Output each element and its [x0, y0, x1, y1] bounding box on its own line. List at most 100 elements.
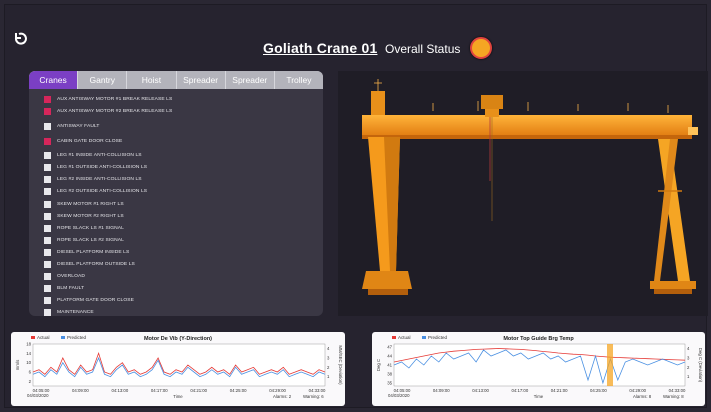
alarm-checkbox-on[interactable] [44, 108, 51, 116]
signal-item[interactable]: ANTISWAY FAULT [44, 121, 323, 133]
x-tick-label: 04:29:00 [269, 388, 286, 393]
y2-tick-label: 2 [327, 365, 330, 370]
y2-tick-label: 1 [687, 374, 690, 379]
left-mast [371, 91, 385, 117]
signal-item[interactable]: DIESEL PLATFORM OUTSIDE LS [44, 259, 323, 271]
x-tick-label: 04:33:00 [309, 388, 326, 393]
y2-tick-label: 3 [687, 356, 690, 361]
x-tick-label: 04:09:00 [72, 388, 89, 393]
x-tick-label: 04:21:00 [551, 388, 568, 393]
legend-predicted-swatch [422, 336, 426, 339]
signal-item-label: CABIN GATE DOOR CLOSE [57, 138, 123, 144]
x-tick-label: 04:13:00 [111, 388, 128, 393]
alarm-checkbox-off[interactable] [44, 285, 51, 293]
signal-item-label: LEG #1 OUTSIDE ANTI-COLLISION LS [57, 165, 148, 171]
chart-title: Motor De Vib (Y-Direction) [144, 336, 212, 342]
y-tick-label: 18 [26, 342, 31, 347]
y-tick-label: 44 [387, 354, 392, 359]
alarm-checkbox-off[interactable] [44, 122, 51, 130]
crane-viewport [338, 71, 708, 316]
alarm-checkbox-off[interactable] [44, 188, 51, 196]
chart-motor-vibration: Actual Predicted Motor De Vib (Y-Direction… [11, 332, 345, 406]
y-tick-label: 2 [29, 379, 32, 384]
signal-item-label: ROPE SLACK LS #2 SIGNAL [57, 237, 124, 243]
tab-hoist-2[interactable]: Hoist [127, 71, 177, 89]
legend-predicted-label: Predicted [67, 335, 87, 340]
tab-spreader-4[interactable]: Spreader [225, 71, 275, 89]
plot-area [32, 343, 326, 387]
legend-predicted-swatch [61, 336, 65, 339]
tab-cranes-0[interactable]: Cranes [29, 71, 79, 89]
y2-tick-label: 2 [687, 365, 690, 370]
alarm-checkbox-off[interactable] [44, 200, 51, 208]
signal-item-label: DIESEL PLATFORM INSIDE LS [57, 249, 130, 255]
overall-status-indicator[interactable] [470, 37, 492, 59]
legend-actual-swatch [31, 336, 35, 339]
y2-axis-label: MM/SEC (Deviation) [338, 345, 343, 385]
warnings-count: Warning: 6 [303, 394, 324, 399]
alarms-count: Alarms: 2 [273, 394, 292, 399]
alarms-count: Alarms: 8 [633, 394, 652, 399]
x-tick-label: 04:21:00 [190, 388, 207, 393]
signal-item[interactable]: PLATFORM GATE DOOR CLOSE [44, 295, 323, 307]
signal-item[interactable]: LEG #2 OUTSIDE ANTI-COLLISION LS [44, 186, 323, 198]
chart-date-label: 04/03/2020 [388, 393, 410, 398]
y2-tick-label: 1 [327, 374, 330, 379]
x-tick-label: 04:29:00 [629, 388, 646, 393]
legend-actual-swatch [392, 336, 396, 339]
signal-item-label: MAINTENANCE [57, 310, 94, 316]
signal-item-label: BLM FAULT [57, 286, 85, 292]
plot-area [393, 343, 686, 387]
y2-tick-label: 3 [327, 356, 330, 361]
alarm-checkbox-off[interactable] [44, 224, 51, 232]
panel-tabs: Cranes Gantry Hoist Spreader Spreader Trolley [29, 71, 323, 89]
warnings-count: Warning: 8 [663, 394, 684, 399]
signal-list: AUX ANTISWAY MOTOR #1 BREAK RELEASE LS AU… [29, 89, 323, 316]
signal-item[interactable]: LEG #1 OUTSIDE ANTI-COLLISION LS [44, 162, 323, 174]
legend-predicted-label: Predicted [428, 335, 448, 340]
signal-item[interactable]: DIESEL PLATFORM INSIDE LS [44, 247, 323, 259]
tab-gantry-1[interactable]: Gantry [78, 71, 128, 89]
tab-trolley-5[interactable]: Trolley [274, 71, 323, 89]
signal-item[interactable]: AUX ANTISWAY MOTOR #1 BREAK RELEASE LS [44, 94, 323, 106]
alarm-checkbox-on[interactable] [44, 96, 51, 104]
x-tick-label: 04:25:00 [590, 388, 607, 393]
back-arrow-icon[interactable] [13, 31, 27, 45]
signal-item[interactable]: SKEW MOTOR #2 RIGHT LS [44, 210, 323, 222]
signal-item[interactable]: AUX ANTISWAY MOTOR #2 BREAK RELEASE LS [44, 106, 323, 118]
signal-item-label: ANTISWAY FAULT [57, 123, 100, 129]
tab-spreader-3[interactable]: Spreader [176, 71, 226, 89]
x-tick-label: 04:33:00 [669, 388, 686, 393]
alarm-checkbox-off[interactable] [44, 176, 51, 184]
signal-item-label: AUX ANTISWAY MOTOR #1 BREAK RELEASE LS [57, 97, 173, 103]
signal-item[interactable]: LEG #1 INSIDE ANTI-COLLISION LS [44, 150, 323, 162]
alarm-checkbox-off[interactable] [44, 212, 51, 220]
signal-item[interactable]: OVERLOAD [44, 271, 323, 283]
overall-status-label: Overall Status [385, 42, 461, 56]
alarm-checkbox-off[interactable] [44, 273, 51, 281]
signal-item[interactable]: SKEW MOTOR #1 RIGHT LS [44, 198, 323, 210]
trolley [481, 95, 503, 109]
signal-item[interactable]: CABIN GATE DOOR CLOSE [44, 135, 323, 147]
alarm-checkbox-off[interactable] [44, 236, 51, 244]
alarm-checkbox-off[interactable] [44, 248, 51, 256]
chart-title: Motor Top Guide Brg Temp [503, 336, 574, 342]
signal-item[interactable]: MAINTENANCE [44, 307, 323, 316]
crane-illustration [362, 79, 698, 295]
signal-item-label: ROPE SLACK LS #1 SIGNAL [57, 225, 124, 231]
alarm-checkbox-off[interactable] [44, 261, 51, 269]
y-tick-label: 38 [387, 372, 392, 377]
alarm-checkbox-on[interactable] [44, 137, 51, 145]
signal-item-label: DIESEL PLATFORM OUTSIDE LS [57, 262, 135, 268]
alarm-checkbox-off[interactable] [44, 297, 51, 305]
chart-motor-vibration-svg: Actual Predicted Motor De Vib (Y-Direction… [15, 335, 343, 399]
signal-item[interactable]: LEG #2 INSIDE ANTI-COLLISION LS [44, 174, 323, 186]
alarm-checkbox-off[interactable] [44, 152, 51, 160]
signal-item[interactable]: BLM FAULT [44, 283, 323, 295]
y-axis-label: Deg C [376, 359, 381, 371]
alarm-checkbox-off[interactable] [44, 164, 51, 172]
signal-item[interactable]: ROPE SLACK LS #1 SIGNAL [44, 222, 323, 234]
signal-item[interactable]: ROPE SLACK LS #2 SIGNAL [44, 235, 323, 247]
legend-actual-label: Actual [398, 335, 411, 340]
alarm-checkbox-off[interactable] [44, 309, 51, 316]
